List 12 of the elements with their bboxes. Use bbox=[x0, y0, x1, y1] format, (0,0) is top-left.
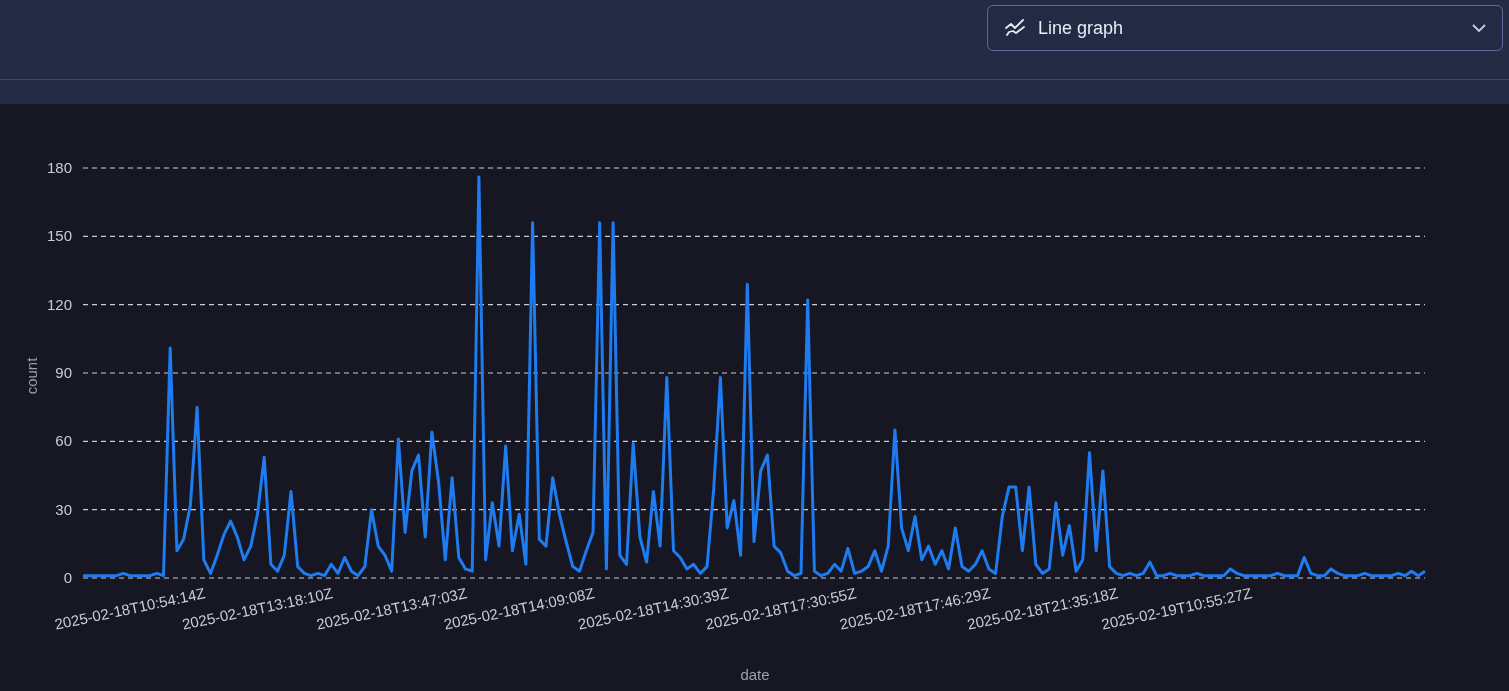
y-tick-label: 90 bbox=[55, 364, 72, 381]
chart-type-dropdown[interactable]: Line graph bbox=[987, 5, 1503, 51]
x-axis-label: date bbox=[740, 666, 770, 683]
y-axis-label: count bbox=[23, 357, 40, 395]
y-tick-label: 120 bbox=[46, 295, 72, 313]
y-tick-label: 60 bbox=[55, 432, 72, 450]
chevron-down-icon bbox=[1472, 23, 1486, 33]
line-chart-icon bbox=[1004, 19, 1026, 37]
y-tick-label: 30 bbox=[55, 500, 72, 518]
y-tick-label: 150 bbox=[46, 227, 72, 245]
y-tick-label: 180 bbox=[46, 159, 72, 176]
y-tick-label: 0 bbox=[63, 569, 72, 586]
